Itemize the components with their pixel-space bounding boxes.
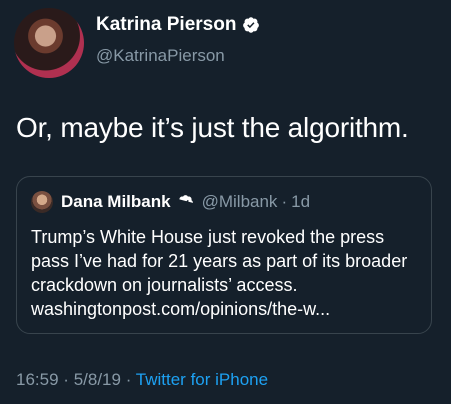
quoted-author-avatar bbox=[31, 191, 53, 213]
tweet-meta: 16:59 · 5/8/19 · Twitter for iPhone bbox=[16, 370, 268, 390]
quoted-tweet[interactable]: Dana Milbank @Milbank · 1d Trump’s White… bbox=[16, 176, 432, 334]
tweet-time[interactable]: 16:59 bbox=[16, 370, 59, 389]
author-handle[interactable]: @KatrinaPierson bbox=[96, 46, 225, 66]
tweet-text: Or, maybe it’s just the algorithm. bbox=[16, 112, 409, 143]
tweet-date[interactable]: 5/8/19 bbox=[74, 370, 121, 389]
author-avatar[interactable] bbox=[14, 8, 84, 78]
meta-separator-2: · bbox=[125, 370, 132, 389]
meta-separator: · bbox=[63, 370, 69, 389]
author-name-row: Katrina Pierson bbox=[96, 14, 260, 36]
quoted-tweet-time: 1d bbox=[291, 192, 311, 211]
author-display-name[interactable]: Katrina Pierson bbox=[96, 14, 236, 36]
quoted-author-handle: @Milbank bbox=[201, 192, 278, 211]
quoted-tweet-text: Trump’s White House just revoked the pre… bbox=[31, 227, 408, 319]
quoted-verified-badge-icon bbox=[179, 194, 193, 205]
verified-badge-icon bbox=[243, 17, 260, 33]
quoted-time-separator: · bbox=[281, 192, 288, 211]
tweet-source-link[interactable]: Twitter for iPhone bbox=[136, 370, 268, 389]
quoted-author-display-name: Dana Milbank bbox=[61, 192, 171, 211]
quoted-tweet-header: Dana Milbank @Milbank · 1d bbox=[31, 191, 310, 213]
